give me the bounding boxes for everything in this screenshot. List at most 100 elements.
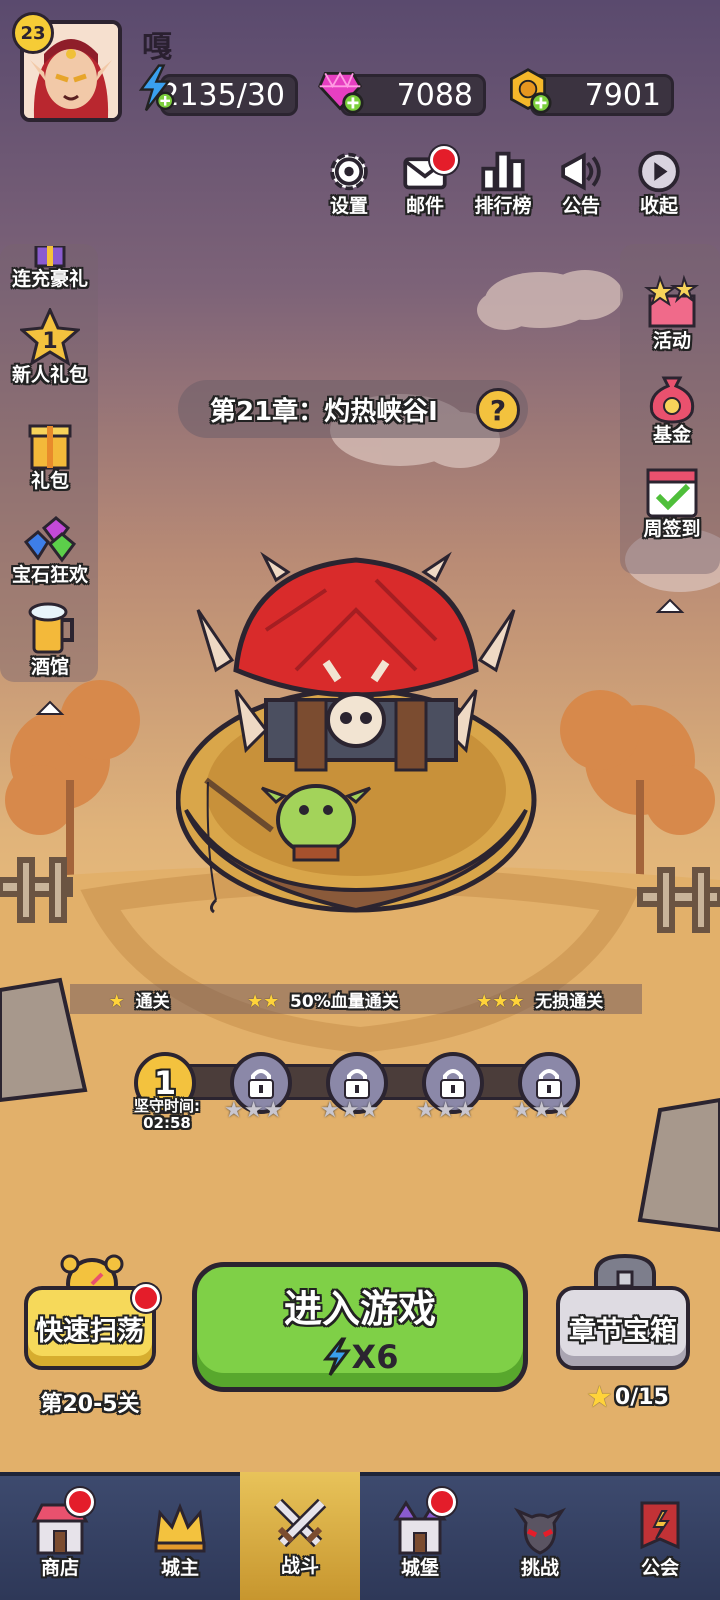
event-gift-icon bbox=[644, 274, 700, 328]
nav-guild-label: 公会 bbox=[640, 1556, 679, 1579]
gem-carnival-label: 宝石狂欢 bbox=[11, 564, 88, 586]
hold-time-label: 坚守时间: bbox=[134, 1097, 200, 1115]
chapter-chest-button[interactable]: 章节宝箱 bbox=[556, 1286, 690, 1370]
stage-stars: ★★★ bbox=[320, 1098, 380, 1123]
star-icon: ★ bbox=[108, 990, 125, 1012]
gift-icon bbox=[28, 424, 72, 470]
nav-shop[interactable]: 商店 bbox=[0, 1476, 120, 1600]
star-badge-icon: 1 bbox=[20, 308, 80, 366]
energy-lightning-icon[interactable] bbox=[130, 64, 178, 112]
event-button[interactable]: 活动 bbox=[624, 274, 720, 353]
settings-button[interactable]: 设置 bbox=[316, 148, 382, 218]
lock-icon bbox=[536, 1069, 562, 1099]
announcement-button[interactable]: 公告 bbox=[548, 148, 614, 218]
collapse-button[interactable]: 收起 bbox=[626, 148, 692, 218]
enter-cost-value: X6 bbox=[351, 1337, 399, 1376]
gold-value: 7901 bbox=[584, 77, 661, 113]
star-icon: ★ bbox=[586, 1380, 613, 1415]
newbie-pack-button[interactable]: 1 新人礼包 bbox=[2, 308, 98, 387]
help-icon: ? bbox=[489, 393, 507, 427]
guild-banner-icon bbox=[640, 1501, 680, 1549]
calendar-check-icon bbox=[646, 468, 698, 518]
player-name: 嘎 bbox=[142, 30, 172, 65]
tavern-button[interactable]: 酒馆 bbox=[2, 600, 98, 679]
legend-text-2: 50%血量通关 bbox=[290, 991, 399, 1012]
fund-button[interactable]: 基金 bbox=[624, 368, 720, 447]
bottom-navigation: 商店 城主 战斗 城堡 挑战 公会 bbox=[0, 1472, 720, 1600]
right-menu-collapse-arrow-icon[interactable] bbox=[654, 596, 686, 616]
boss-stage-illustration[interactable] bbox=[176, 550, 546, 930]
nav-castle-label: 城堡 bbox=[400, 1556, 439, 1579]
newbie-badge-number: 1 bbox=[42, 329, 57, 354]
nav-battle-label: 战斗 bbox=[280, 1554, 319, 1577]
stage-stars: ★★★ bbox=[416, 1098, 476, 1123]
gems-icon bbox=[23, 516, 77, 563]
nav-lord-label: 城主 bbox=[160, 1556, 199, 1579]
leaderboard-icon bbox=[481, 151, 525, 192]
gift-pack-button[interactable]: 礼包 bbox=[2, 414, 98, 493]
mail-label: 邮件 bbox=[405, 195, 444, 217]
hold-time-block: 坚守时间: 02:58 bbox=[112, 1098, 222, 1132]
chapter-chest-label: 章节宝箱 bbox=[569, 1315, 677, 1347]
gems-value: 7088 bbox=[396, 77, 473, 113]
castle-notification-dot bbox=[428, 1488, 456, 1516]
recharge-gift-label: 连充豪礼 bbox=[11, 268, 88, 290]
fund-label: 基金 bbox=[652, 424, 691, 446]
weekly-checkin-button[interactable]: 周签到 bbox=[624, 462, 720, 541]
money-bag-icon bbox=[649, 376, 695, 424]
gem-carnival-button[interactable]: 宝石狂欢 bbox=[2, 508, 98, 587]
player-level-badge: 23 bbox=[12, 12, 54, 54]
weekly-checkin-label: 周签到 bbox=[643, 518, 701, 540]
energy-lightning-icon bbox=[322, 1337, 351, 1376]
gem-icon[interactable] bbox=[316, 66, 364, 114]
quick-sweep-label: 快速扫荡 bbox=[36, 1315, 144, 1347]
collapse-icon bbox=[638, 150, 680, 193]
hold-time-value: 02:58 bbox=[143, 1114, 191, 1132]
gold-coin-icon[interactable] bbox=[504, 66, 552, 114]
shop-notification-dot bbox=[66, 1488, 94, 1516]
mail-button[interactable]: 邮件 bbox=[392, 146, 458, 218]
legend-item-3: ★★★ 无损通关 bbox=[476, 987, 603, 1012]
legend-item-1: ★ 通关 bbox=[109, 987, 170, 1012]
sweep-notification-dot bbox=[132, 1284, 160, 1312]
nav-guild[interactable]: 公会 bbox=[600, 1476, 720, 1600]
beer-mug-icon bbox=[28, 602, 74, 654]
gift-pack-label: 礼包 bbox=[30, 470, 69, 492]
recharge-gift-button[interactable]: 连充豪礼 bbox=[2, 246, 98, 291]
tavern-label: 酒馆 bbox=[30, 656, 69, 678]
nav-castle[interactable]: 城堡 bbox=[360, 1476, 480, 1600]
left-menu-collapse-arrow-icon[interactable] bbox=[34, 698, 66, 718]
megaphone-icon bbox=[561, 152, 601, 191]
enter-game-button[interactable]: 进入游戏 X6 bbox=[192, 1262, 528, 1392]
nav-lord[interactable]: 城主 bbox=[120, 1476, 240, 1600]
lock-icon bbox=[440, 1069, 466, 1099]
sweep-stage-label: 第20-5关 bbox=[40, 1392, 140, 1417]
leaderboard-button[interactable]: 排行榜 bbox=[470, 148, 536, 218]
star-icon: ★★ bbox=[246, 990, 280, 1012]
star-rating-legend: ★ 通关 ★★ 50%血量通关 ★★★ 无损通关 bbox=[70, 984, 642, 1014]
enter-game-label: 进入游戏 bbox=[283, 1286, 436, 1331]
demon-mask-icon bbox=[513, 1507, 567, 1555]
nav-challenge[interactable]: 挑战 bbox=[480, 1476, 600, 1600]
stage-stars: ★★★ bbox=[512, 1098, 572, 1123]
chapter-title: 第21章：灼热峡谷Ⅰ bbox=[210, 396, 438, 427]
collapse-label: 收起 bbox=[639, 195, 678, 217]
nav-challenge-label: 挑战 bbox=[520, 1556, 559, 1579]
newbie-pack-label: 新人礼包 bbox=[11, 364, 88, 386]
lock-icon bbox=[248, 1069, 274, 1099]
gear-icon bbox=[330, 152, 368, 191]
stage-stars: ★★★ bbox=[224, 1098, 284, 1123]
energy-value: 2135/30 bbox=[160, 77, 285, 113]
leaderboard-label: 排行榜 bbox=[474, 195, 532, 217]
legend-item-2: ★★ 50%血量通关 bbox=[247, 987, 399, 1012]
chest-progress-value: 0/15 bbox=[614, 1385, 669, 1410]
crossed-swords-icon bbox=[273, 1498, 327, 1547]
enter-cost: X6 bbox=[322, 1337, 399, 1377]
nav-shop-label: 商店 bbox=[40, 1556, 79, 1579]
chapter-help-button[interactable]: ? bbox=[476, 388, 520, 432]
crown-icon bbox=[154, 1502, 206, 1552]
nav-battle[interactable]: 战斗 bbox=[240, 1472, 360, 1600]
star-icon: ★★★ bbox=[476, 990, 525, 1012]
energy-counter: 2135/30 bbox=[160, 74, 298, 116]
mail-notification-dot bbox=[430, 146, 458, 174]
